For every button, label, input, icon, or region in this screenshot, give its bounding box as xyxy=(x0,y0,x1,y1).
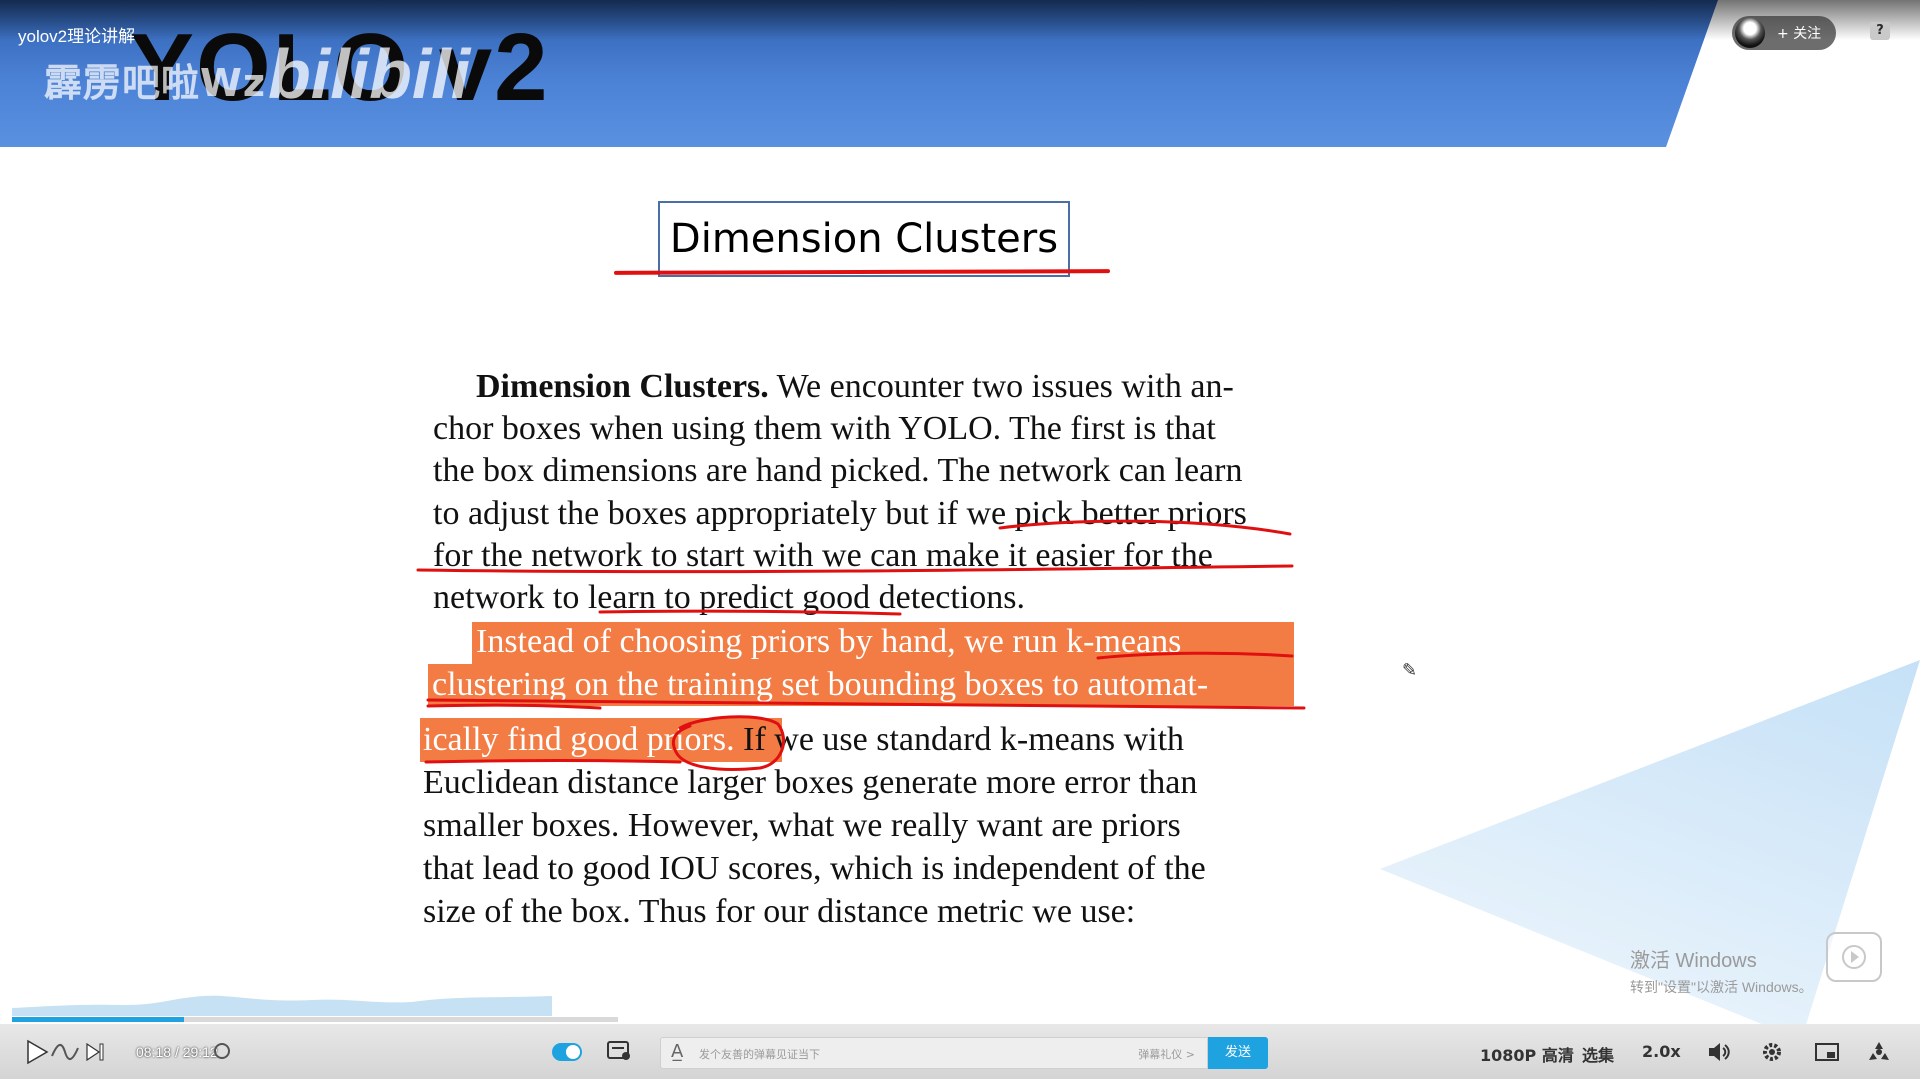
uploader-avatar xyxy=(1735,18,1765,48)
paragraph-2-line-4: Euclidean distance larger boxes generate… xyxy=(423,764,1198,801)
uploader-watermark: 霹雳吧啦Wz xyxy=(44,61,267,105)
autoplay-wave-icon[interactable] xyxy=(50,1040,80,1069)
video-title: yolov2理论讲解 xyxy=(18,27,136,46)
play-button[interactable] xyxy=(24,1038,50,1071)
speed-selector[interactable]: 2.0x xyxy=(1642,1042,1681,1061)
section-title: Dimension Clusters xyxy=(669,216,1059,262)
next-episode-icon[interactable] xyxy=(84,1041,106,1068)
paragraph-2-line-7: size of the box. Thus for our distance m… xyxy=(423,893,1136,930)
danmaku-input[interactable]: A̲ 发个友善的弹幕见证当下 弹幕礼仪 > xyxy=(660,1037,1208,1069)
progress-played xyxy=(12,1017,184,1022)
paragraph-2-line-5: smaller boxes. However, what we really w… xyxy=(423,807,1181,844)
danmaku-etiquette-link[interactable]: 弹幕礼仪 > xyxy=(1138,1046,1195,1062)
progress-heatmap xyxy=(12,995,552,1016)
bilibili-logo-watermark: bilibili xyxy=(268,35,471,113)
paragraph-2-line-3: ically find good priors. If we use stand… xyxy=(423,720,1184,760)
paragraph-2-line-6: that lead to good IOU scores, which is i… xyxy=(423,850,1206,887)
mini-player-icon[interactable] xyxy=(1826,932,1882,982)
paragraph-2-line-1: Instead of choosing priors by hand, we r… xyxy=(476,623,1182,660)
paragraph-text: If we use standard k-means with xyxy=(734,721,1185,758)
time-separator: / xyxy=(174,1044,179,1060)
follow-label: + 关注 xyxy=(1777,26,1822,42)
quality-selector[interactable]: 1080P 高清 xyxy=(1480,1042,1574,1066)
replay-icon[interactable] xyxy=(212,1041,232,1066)
windows-activation-watermark: 激活 Windows 转到"设置"以激活 Windows。 xyxy=(1630,944,1813,997)
paragraph-lead: Dimension Clusters. xyxy=(476,368,769,405)
danmaku-settings-icon[interactable] xyxy=(606,1040,632,1067)
pen-cursor-icon: ✎ xyxy=(1402,660,1418,681)
widescreen-icon[interactable] xyxy=(1814,1041,1840,1068)
paragraph-1-line-1: Dimension Clusters. We encounter two iss… xyxy=(476,367,1234,407)
paragraph-1-line-3: the box dimensions are hand picked. The … xyxy=(433,452,1243,489)
feedback-help-icon[interactable]: ? xyxy=(1870,22,1890,40)
paragraph-1-line-4: to adjust the boxes appropriately but if… xyxy=(433,495,1247,532)
follow-button[interactable]: + 关注 xyxy=(1732,16,1836,50)
episodes-button[interactable]: 选集 xyxy=(1582,1042,1614,1066)
volume-icon[interactable] xyxy=(1706,1040,1732,1069)
send-danmaku-button[interactable]: 发送 xyxy=(1208,1037,1268,1069)
paragraph-1-line-6: network to learn to predict good detecti… xyxy=(433,579,1025,616)
danmaku-placeholder: 发个友善的弹幕见证当下 xyxy=(699,1048,820,1061)
paragraph-1-line-5: for the network to start with we can mak… xyxy=(433,537,1213,574)
danmaku-style-icon[interactable]: A̲ xyxy=(671,1041,683,1062)
activation-title: 激活 Windows xyxy=(1630,950,1757,972)
section-title-box: Dimension Clusters xyxy=(658,201,1070,277)
danmaku-toggle[interactable] xyxy=(552,1043,582,1061)
paragraph-1-line-2: chor boxes when using them with YOLO. Th… xyxy=(433,410,1216,447)
paragraph-2-line-2: clustering on the training set bounding … xyxy=(432,666,1209,703)
activation-hint: 转到"设置"以激活 Windows。 xyxy=(1630,979,1813,995)
slide-banner: YOLO v2 霹雳吧啦Wz bilibili yolov2理论讲解 xyxy=(0,0,1920,147)
fullscreen-icon[interactable] xyxy=(1866,1040,1892,1069)
time-display: 08:18 / 29:12 xyxy=(136,1044,218,1060)
settings-gear-icon[interactable] xyxy=(1760,1040,1784,1069)
paragraph-text: We encounter two issues with an- xyxy=(768,368,1234,405)
current-time: 08:18 xyxy=(136,1044,172,1060)
highlighted-phrase: ically find good priors. xyxy=(423,721,735,758)
